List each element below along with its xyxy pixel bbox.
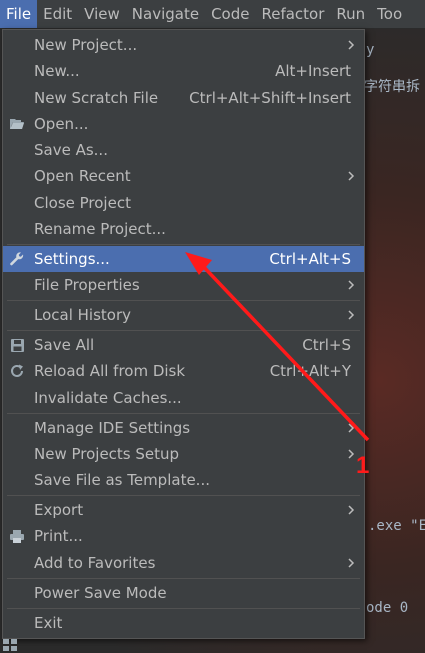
annotation-number: 1 — [356, 452, 370, 479]
annotation-arrow — [185, 252, 370, 442]
